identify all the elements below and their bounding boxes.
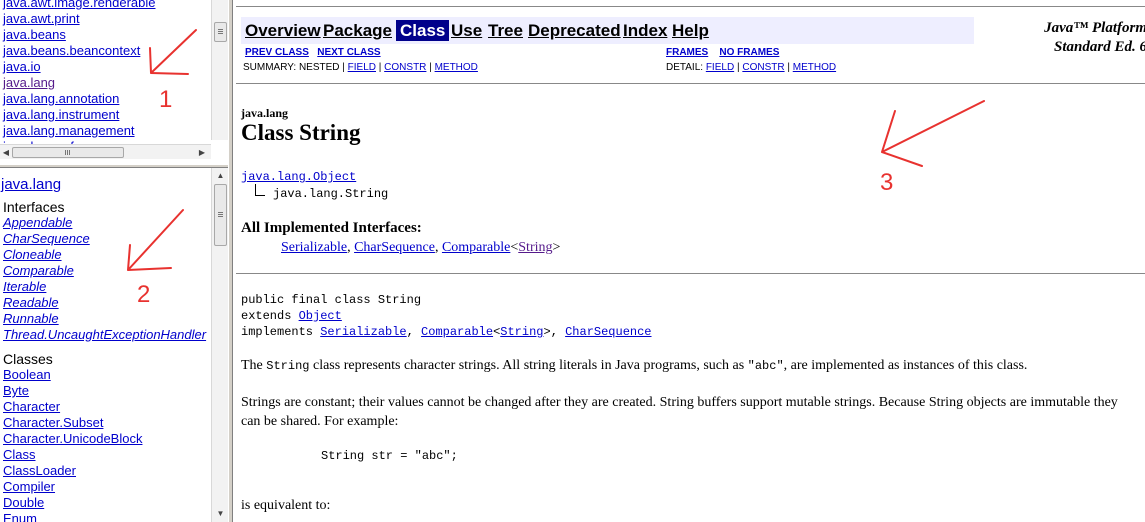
- arrow-1-icon: [149, 29, 197, 75]
- annotation-label-1: 1: [159, 86, 173, 113]
- arrow-3-icon: [881, 100, 985, 167]
- annotation-label-2: 2: [137, 281, 151, 308]
- annotation-arrows: [127, 29, 985, 271]
- annotation-label-3: 3: [880, 169, 894, 196]
- arrow-2-icon: [127, 209, 184, 271]
